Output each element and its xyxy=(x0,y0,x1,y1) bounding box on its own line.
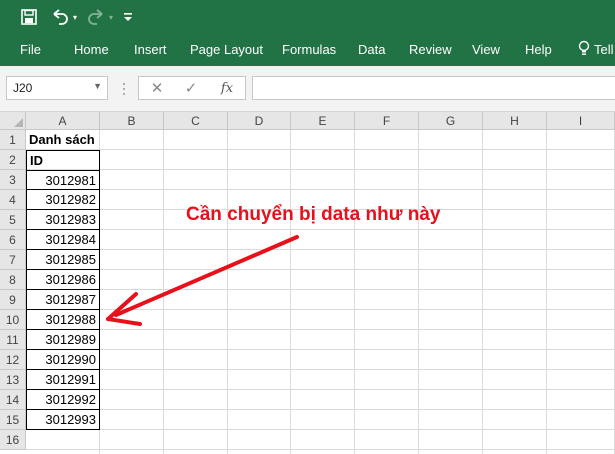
redo-icon xyxy=(86,8,106,28)
tab-review[interactable]: Review xyxy=(409,36,452,66)
tab-insert[interactable]: Insert xyxy=(134,36,167,66)
annotation-text: Cần chuyển bị data như này xyxy=(186,204,441,225)
tab-page-layout[interactable]: Page Layout xyxy=(190,36,263,66)
quick-access-toolbar: ▾ ▾ xyxy=(0,0,615,36)
cancel-icon[interactable]: ✕ xyxy=(145,79,169,99)
insert-function-icon[interactable]: fx xyxy=(215,79,239,99)
tab-data[interactable]: Data xyxy=(358,36,385,66)
save-icon[interactable] xyxy=(20,8,40,28)
tab-formulas[interactable]: Formulas xyxy=(282,36,336,66)
formula-input[interactable] xyxy=(252,76,615,100)
customize-qat-icon[interactable] xyxy=(122,8,134,28)
undo-dropdown-icon[interactable]: ▾ xyxy=(70,8,80,28)
tab-tell-me[interactable]: Tell xyxy=(594,36,614,66)
name-box-value: J20 xyxy=(13,81,33,95)
tab-view[interactable]: View xyxy=(472,36,500,66)
red-arrow-icon xyxy=(106,235,299,326)
tab-home[interactable]: Home xyxy=(74,36,109,66)
tab-file[interactable]: File xyxy=(20,36,41,66)
tab-help[interactable]: Help xyxy=(525,36,552,66)
formula-buttons: ✕ ✓ fx xyxy=(138,76,246,100)
tell-me-icon[interactable] xyxy=(577,36,591,66)
formula-bar-area: J20 ▼ ✕ ✓ fx xyxy=(0,66,615,112)
ribbon-tabs: File Home Insert Page Layout Formulas Da… xyxy=(0,36,615,66)
enter-icon[interactable]: ✓ xyxy=(179,79,203,99)
undo-icon[interactable] xyxy=(50,8,70,28)
name-box[interactable]: J20 ▼ xyxy=(6,76,108,100)
worksheet-grid[interactable]: A B C D E F G H I 1 2 3 4 5 6 7 8 9 10 1… xyxy=(0,112,615,454)
name-box-dropdown-icon[interactable]: ▼ xyxy=(93,81,102,91)
formula-bar-grip[interactable] xyxy=(122,80,125,98)
redo-dropdown-icon: ▾ xyxy=(108,13,113,22)
